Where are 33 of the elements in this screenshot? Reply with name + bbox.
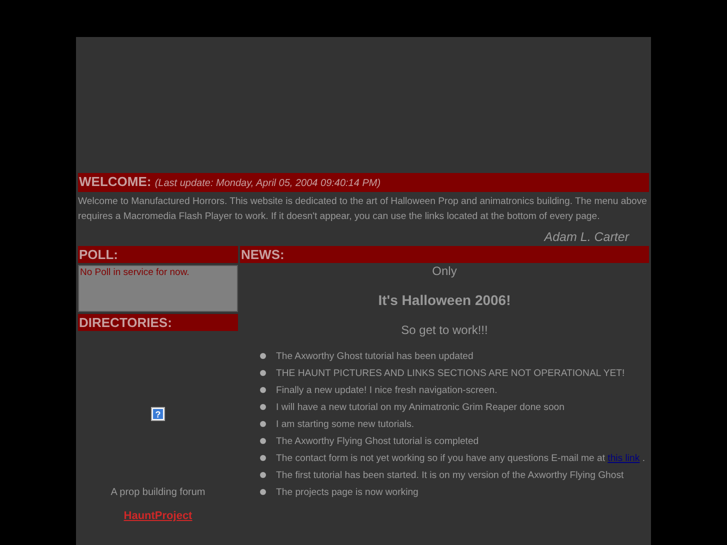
bullet-icon xyxy=(260,404,266,410)
bullet-icon xyxy=(260,438,266,444)
signature: Adam L. Carter xyxy=(542,229,630,246)
news-item: The Axworthy Flying Ghost tutorial is completed xyxy=(276,435,479,448)
last-update-text: (Last update: Monday, April 05, 2004 09:40:14 PM) xyxy=(154,178,381,189)
bullet-icon xyxy=(260,353,266,359)
bullet-icon xyxy=(260,472,266,478)
forum-link[interactable]: HauntProject xyxy=(124,510,192,522)
email-link[interactable]: this link xyxy=(608,453,640,464)
bullet-icon xyxy=(260,455,266,461)
news-item: The contact form is not yet working so if you have any questions E-mail me at this link . xyxy=(276,452,646,465)
news-item: Finally a new update! I nice fresh navigation-screen. xyxy=(276,384,498,397)
welcome-paragraph: Welcome to Manufactured Horrors. This website is dedicated to the art of Halloween Prop and animatronics building. The menu above requires a Macromedia Flash Player to work. If it doesn't appear, you can use the links located at the bottom of every page. xyxy=(78,195,648,224)
bullet-icon xyxy=(260,421,266,427)
poll-message: No Poll in service for now. xyxy=(78,265,238,312)
bullet-icon xyxy=(260,370,266,376)
forum-caption: A prop building forum xyxy=(110,487,206,498)
news-item: I will have a new tutorial on my Animatronic Grim Reaper done soon xyxy=(276,401,564,414)
news-headline: It's Halloween 2006! xyxy=(377,292,512,308)
bullet-icon xyxy=(260,387,266,393)
news-tagline: So get to work!!! xyxy=(400,323,489,337)
news-item: The Axworthy Ghost tutorial has been updated xyxy=(276,350,474,363)
news-item: THE HAUNT PICTURES AND LINKS SECTIONS ARE NOT OPERATIONAL YET! xyxy=(276,367,625,380)
section-title: NEWS: xyxy=(240,246,649,263)
bullet-icon xyxy=(260,489,266,495)
section-title: DIRECTORIES: xyxy=(78,314,238,331)
news-item: I am starting some new tutorials. xyxy=(276,418,414,431)
news-item: The first tutorial has been started. It is on my version of the Axworthy Flying Ghost xyxy=(276,469,624,482)
section-title: WELCOME: xyxy=(79,174,152,189)
section-title: POLL: xyxy=(78,246,238,263)
news-item: The projects page is now working xyxy=(276,486,418,499)
broken-image-icon: ? xyxy=(151,407,165,421)
news-intro: Only xyxy=(431,264,458,278)
